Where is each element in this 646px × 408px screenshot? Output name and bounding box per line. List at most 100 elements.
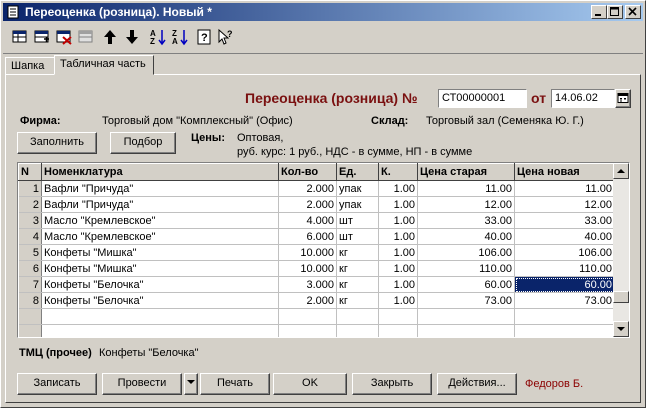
old-price-cell[interactable]: 40.00 <box>417 228 515 245</box>
print-button[interactable]: Печать <box>200 373 270 395</box>
table-row[interactable]: 2 Вафли "Причуда" 2.000 упак 1.00 12.00 12.00 <box>18 196 615 213</box>
quantity-cell[interactable]: 4.000 <box>278 212 337 229</box>
document-number-field[interactable]: СТ00000001 <box>438 89 527 108</box>
sort-asc-icon[interactable]: A Z <box>149 28 167 46</box>
maximize-button[interactable] <box>607 5 623 19</box>
row-number-cell[interactable]: 1 <box>18 180 42 197</box>
close-button[interactable]: Закрыть <box>352 373 432 395</box>
old-price-cell[interactable]: 110.00 <box>417 260 515 277</box>
new-price-cell[interactable]: 40.00 <box>514 228 615 245</box>
coefficient-cell[interactable] <box>378 324 418 337</box>
old-price-cell[interactable]: 12.00 <box>417 196 515 213</box>
table-row[interactable]: 7 Конфеты "Белочка" 3.000 кг 1.00 60.00 60.00 <box>18 276 615 293</box>
new-price-cell[interactable]: 73.00 <box>514 292 615 309</box>
new-price-cell[interactable]: 11.00 <box>514 180 615 197</box>
quantity-cell[interactable]: 2.000 <box>278 180 337 197</box>
actions-button[interactable]: Действия... <box>437 373 517 395</box>
scroll-thumb[interactable] <box>613 291 629 303</box>
new-price-cell[interactable]: 106.00 <box>514 244 615 261</box>
quantity-cell[interactable] <box>278 308 337 325</box>
item-name-cell[interactable]: Конфеты "Белочка" <box>41 276 279 293</box>
unit-cell[interactable]: упак <box>336 180 379 197</box>
coefficient-cell[interactable]: 1.00 <box>378 180 418 197</box>
old-price-cell[interactable]: 11.00 <box>417 180 515 197</box>
quantity-cell[interactable]: 2.000 <box>278 196 337 213</box>
post-menu-button[interactable] <box>184 373 198 395</box>
quantity-cell[interactable]: 10.000 <box>278 244 337 261</box>
coefficient-cell[interactable]: 1.00 <box>378 228 418 245</box>
item-name-cell[interactable]: Конфеты "Мишка" <box>41 260 279 277</box>
column-header-qty[interactable]: Кол-во <box>278 163 337 181</box>
row-number-cell[interactable]: 2 <box>18 196 42 213</box>
old-price-cell[interactable] <box>417 308 515 325</box>
table-part-grid[interactable]: N Номенклатура Кол-во Ед. К. Цена старая… <box>17 162 630 338</box>
table-row[interactable]: 6 Конфеты "Мишка" 10.000 кг 1.00 110.00 110.00 <box>18 260 615 277</box>
row-number-cell[interactable] <box>18 308 42 325</box>
old-price-cell[interactable]: 60.00 <box>417 276 515 293</box>
table-row[interactable]: 4 Масло "Кремлевское" 6.000 шт 1.00 40.00 40.0… <box>18 228 615 245</box>
unit-cell[interactable]: шт <box>336 212 379 229</box>
arrow-down-icon[interactable] <box>123 28 141 46</box>
quantity-cell[interactable]: 3.000 <box>278 276 337 293</box>
old-price-cell[interactable] <box>417 324 515 337</box>
unit-cell[interactable]: шт <box>336 228 379 245</box>
coefficient-cell[interactable]: 1.00 <box>378 292 418 309</box>
table-row[interactable]: 3 Масло "Кремлевское" 4.000 шт 1.00 33.00 33.0… <box>18 212 615 229</box>
old-price-cell[interactable]: 106.00 <box>417 244 515 261</box>
coefficient-cell[interactable]: 1.00 <box>378 260 418 277</box>
coefficient-cell[interactable] <box>378 308 418 325</box>
table-row[interactable]: 5 Конфеты "Мишка" 10.000 кг 1.00 106.00 106.00 <box>18 244 615 261</box>
item-name-cell[interactable]: Масло "Кремлевское" <box>41 212 279 229</box>
unit-cell[interactable]: кг <box>336 244 379 261</box>
ok-button[interactable]: OK <box>273 373 347 395</box>
post-button[interactable]: Провести <box>102 373 182 395</box>
new-price-cell[interactable]: 110.00 <box>514 260 615 277</box>
column-header-unit[interactable]: Ед. <box>336 163 379 181</box>
quantity-cell[interactable]: 2.000 <box>278 292 337 309</box>
copy-row-icon[interactable] <box>33 28 51 46</box>
unit-cell[interactable]: кг <box>336 276 379 293</box>
item-name-cell[interactable]: Масло "Кремлевское" <box>41 228 279 245</box>
row-number-cell[interactable]: 6 <box>18 260 42 277</box>
row-number-cell[interactable]: 8 <box>18 292 42 309</box>
row-number-cell[interactable]: 7 <box>18 276 42 293</box>
row-number-cell[interactable]: 3 <box>18 212 42 229</box>
new-price-cell[interactable]: 60.00 <box>514 276 615 293</box>
row-number-cell[interactable]: 5 <box>18 244 42 261</box>
column-header-coef[interactable]: К. <box>378 163 418 181</box>
unit-cell[interactable] <box>336 308 379 325</box>
coefficient-cell[interactable]: 1.00 <box>378 212 418 229</box>
item-name-cell[interactable] <box>41 324 279 337</box>
title-bar[interactable]: Переоценка (розница). Новый * <box>3 3 643 21</box>
table-row[interactable]: 8 Конфеты "Белочка" 2.000 кг 1.00 73.00 73.00 <box>18 292 615 309</box>
tab-table-part[interactable]: Табличная часть <box>54 55 154 75</box>
unit-cell[interactable]: кг <box>336 292 379 309</box>
close-window-button[interactable] <box>625 5 641 19</box>
select-button[interactable]: Подбор <box>110 132 176 154</box>
delete-row-icon[interactable] <box>55 28 73 46</box>
item-name-cell[interactable]: Вафли "Причуда" <box>41 196 279 213</box>
grid-vertical-scrollbar[interactable] <box>613 163 629 337</box>
table-row[interactable]: 1 Вафли "Причуда" 2.000 упак 1.00 11.00 11.00 <box>18 180 615 197</box>
row-number-cell[interactable]: 4 <box>18 228 42 245</box>
new-price-cell[interactable]: 33.00 <box>514 212 615 229</box>
column-header-new-price[interactable]: Цена новая <box>514 163 615 181</box>
minimize-button[interactable] <box>591 5 607 19</box>
save-button[interactable]: Записать <box>17 373 97 395</box>
new-row-icon[interactable] <box>11 28 29 46</box>
context-help-icon[interactable]: ? <box>217 28 235 46</box>
sort-desc-icon[interactable]: Z A <box>171 28 189 46</box>
new-price-cell[interactable] <box>514 308 615 325</box>
new-price-cell[interactable]: 12.00 <box>514 196 615 213</box>
table-row[interactable] <box>18 308 615 325</box>
scroll-down-button[interactable] <box>613 321 629 337</box>
old-price-cell[interactable]: 33.00 <box>417 212 515 229</box>
item-name-cell[interactable] <box>41 308 279 325</box>
new-price-cell[interactable] <box>514 324 615 337</box>
column-header-n[interactable]: N <box>18 163 42 181</box>
column-header-name[interactable]: Номенклатура <box>41 163 279 181</box>
item-name-cell[interactable]: Конфеты "Белочка" <box>41 292 279 309</box>
quantity-cell[interactable]: 6.000 <box>278 228 337 245</box>
old-price-cell[interactable]: 73.00 <box>417 292 515 309</box>
table-row[interactable] <box>18 324 615 337</box>
